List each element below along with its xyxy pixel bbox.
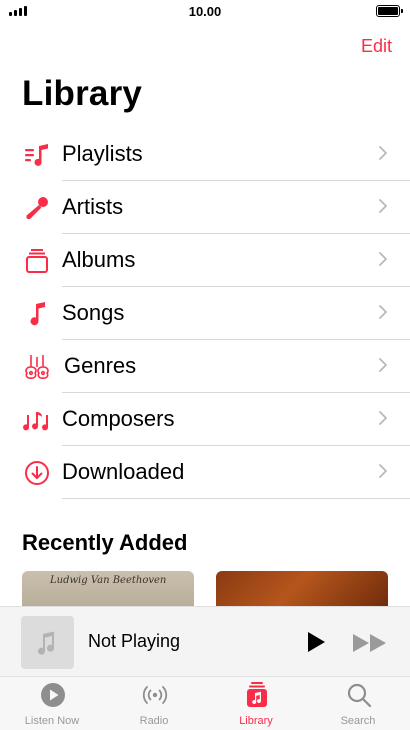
tab-listen-now[interactable]: Listen Now: [2, 677, 102, 730]
tab-search[interactable]: Search: [308, 677, 408, 730]
chevron-right-icon: [379, 358, 387, 372]
library-item-songs[interactable]: Songs: [0, 287, 410, 340]
library-item-downloaded[interactable]: Downloaded: [0, 446, 410, 499]
tab-label: Library: [239, 715, 273, 727]
music-note-placeholder-icon: [38, 631, 55, 655]
play-circle-icon: [41, 683, 65, 707]
chevron-right-icon: [379, 146, 387, 160]
album-stack-icon: [26, 249, 48, 273]
page-title: Library: [22, 74, 143, 113]
library-item-label: Downloaded: [62, 459, 185, 484]
library-item-label: Playlists: [62, 141, 143, 166]
radio-waves-icon: [142, 686, 168, 704]
tab-radio[interactable]: Radio: [104, 677, 204, 730]
chevron-right-icon: [379, 199, 387, 213]
tab-label: Search: [340, 715, 376, 727]
music-notes-icon: [23, 412, 49, 431]
album-thumbnail[interactable]: Ludwig Van Beethoven: [22, 571, 194, 611]
playlists-icon: [25, 144, 48, 166]
album-thumbnail[interactable]: [216, 571, 388, 611]
tab-bar: Listen Now Radio Library Search: [0, 676, 410, 730]
status-time: 10.00: [188, 4, 222, 19]
library-item-artists[interactable]: Artists: [0, 181, 410, 234]
library-item-genres[interactable]: Genres: [0, 340, 410, 393]
tab-label: Listen Now: [24, 715, 80, 727]
status-bar: 10.00: [0, 0, 410, 24]
divider: [62, 498, 410, 499]
guitars-icon: [25, 355, 49, 379]
library-item-label: Albums: [62, 247, 136, 272]
now-playing-artwork: [21, 616, 74, 669]
library-item-label: Composers: [62, 406, 175, 431]
chevron-right-icon: [379, 252, 387, 266]
chevron-right-icon: [379, 305, 387, 319]
chevron-right-icon: [379, 464, 387, 478]
tab-library[interactable]: Library: [206, 677, 306, 730]
mini-player[interactable]: Not Playing: [0, 606, 410, 677]
library-item-label: Genres: [64, 353, 137, 378]
library-item-composers[interactable]: Composers: [0, 393, 410, 446]
library-item-label: Artists: [62, 194, 124, 219]
library-item-albums[interactable]: Albums: [0, 234, 410, 287]
album-cover-text: Ludwig Van Beethoven: [50, 575, 167, 586]
microphone-icon: [26, 197, 48, 219]
play-button[interactable]: [305, 630, 327, 654]
edit-button[interactable]: Edit: [361, 36, 392, 57]
fast-forward-button[interactable]: [352, 633, 388, 653]
tab-label: Radio: [139, 715, 169, 727]
now-playing-title: Not Playing: [88, 631, 181, 651]
magnifier-icon: [347, 683, 372, 708]
download-circle-icon: [25, 461, 49, 485]
battery-icon: [376, 5, 403, 17]
library-item-label: Songs: [62, 300, 125, 325]
recently-added-heading: Recently Added: [22, 530, 188, 555]
library-icon: [247, 682, 267, 707]
library-item-playlists[interactable]: Playlists: [0, 128, 410, 181]
music-note-icon: [30, 302, 45, 326]
library-menu: Playlists Artists Albums Songs Genres Co…: [0, 128, 410, 499]
chevron-right-icon: [379, 411, 387, 425]
